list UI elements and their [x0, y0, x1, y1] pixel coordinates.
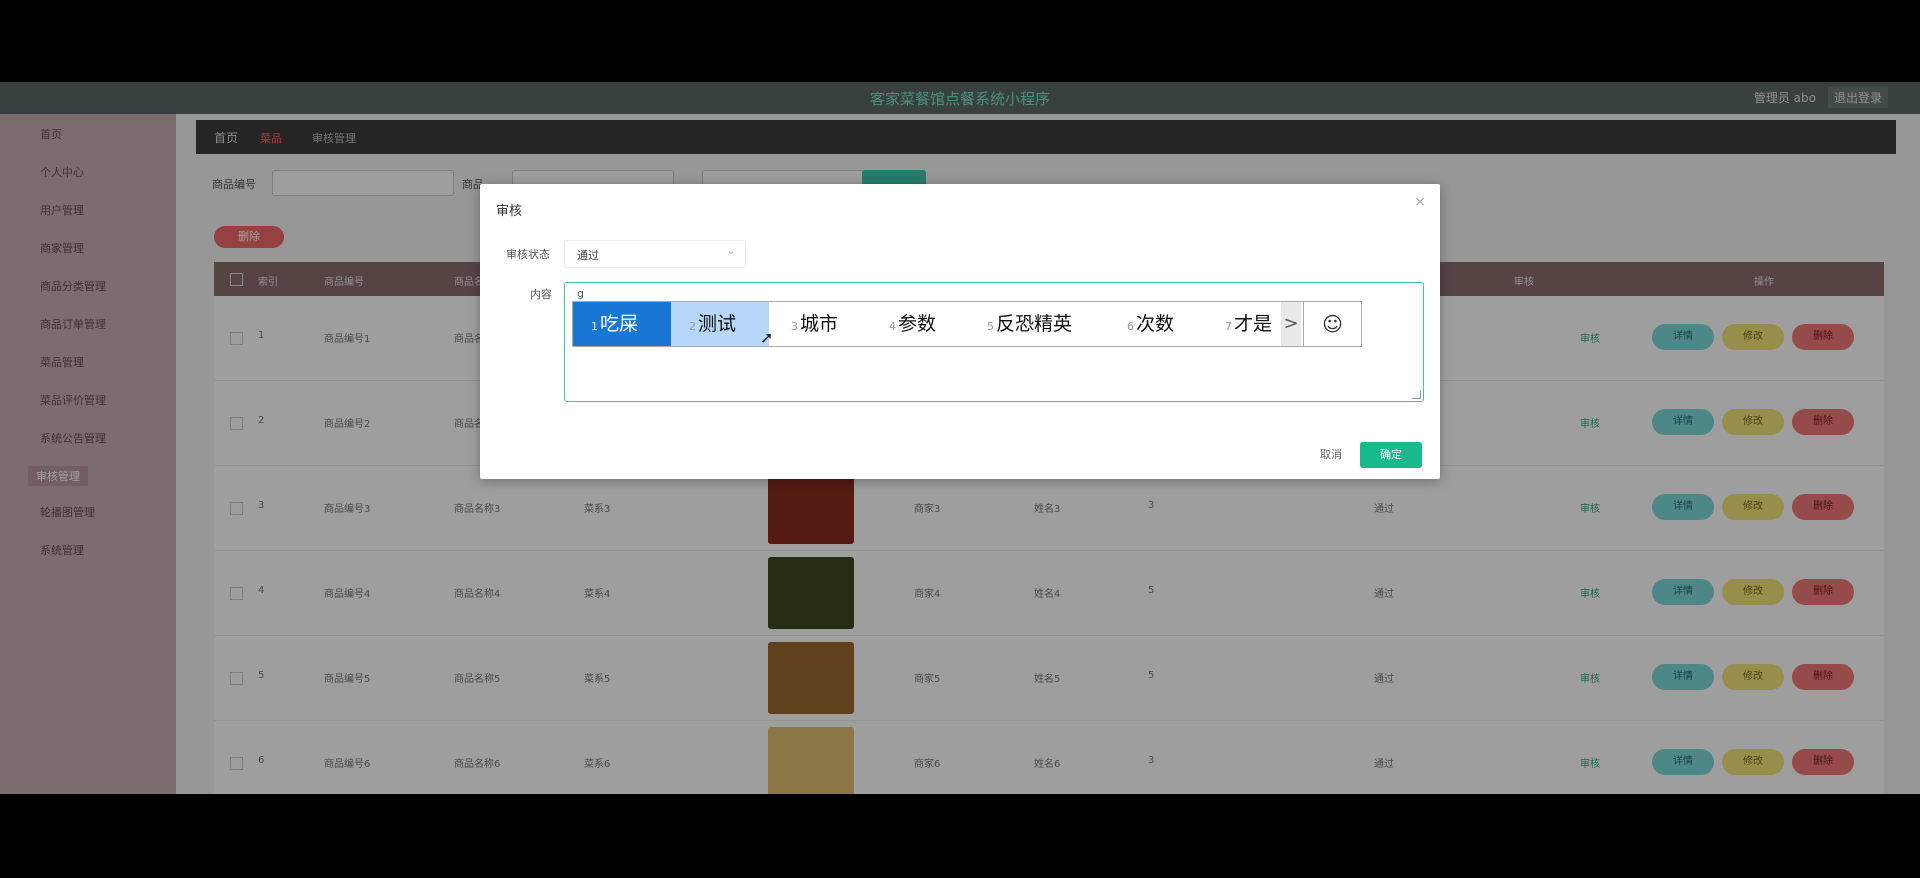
audit-dialog: 审核 × 审核状态 通过 ⌄ 内容 g 1吃屎 2测试 3城市 4参数: [480, 184, 1440, 479]
ime-candidate-6[interactable]: 6 次数: [1127, 302, 1174, 346]
cancel-button[interactable]: 取消: [1304, 442, 1358, 468]
emoji-icon[interactable]: ☺: [1303, 302, 1361, 346]
status-label: 审核状态: [506, 248, 550, 261]
ime-candidate-1[interactable]: 1 吃屎: [573, 302, 671, 346]
confirm-button[interactable]: 确定: [1360, 442, 1422, 468]
chevron-right-icon[interactable]: >: [1281, 302, 1301, 346]
chevron-down-icon: ⌄: [726, 246, 735, 257]
ime-candidate-5[interactable]: 5 反恐精英: [987, 302, 1072, 346]
ime-candidate-2[interactable]: 2 测试: [671, 302, 769, 346]
content-label: 内容: [530, 288, 552, 301]
ime-candidate-7[interactable]: 7 才是: [1225, 302, 1272, 346]
status-select[interactable]: 通过 ⌄: [564, 240, 746, 268]
typed-text: g: [577, 287, 584, 300]
app-screen: 客家菜餐馆点餐系统小程序 管理员 abo 退出登录 首页 个人中心 用户管理 商…: [0, 82, 1920, 794]
status-select-value: 通过: [577, 249, 599, 262]
ime-candidate-3[interactable]: 3 城市: [791, 302, 838, 346]
dialog-title: 审核: [496, 204, 523, 219]
ime-candidate-4[interactable]: 4 参数: [889, 302, 936, 346]
resize-handle[interactable]: [1412, 390, 1421, 399]
mouse-pointer-icon: ➚: [760, 328, 774, 347]
ime-candidate-bar: 1 吃屎 2 测试 3 城市 4 参数 5 反恐精英 6 次数 7 才是 > ☺: [572, 301, 1362, 347]
close-icon[interactable]: ×: [1414, 194, 1426, 210]
